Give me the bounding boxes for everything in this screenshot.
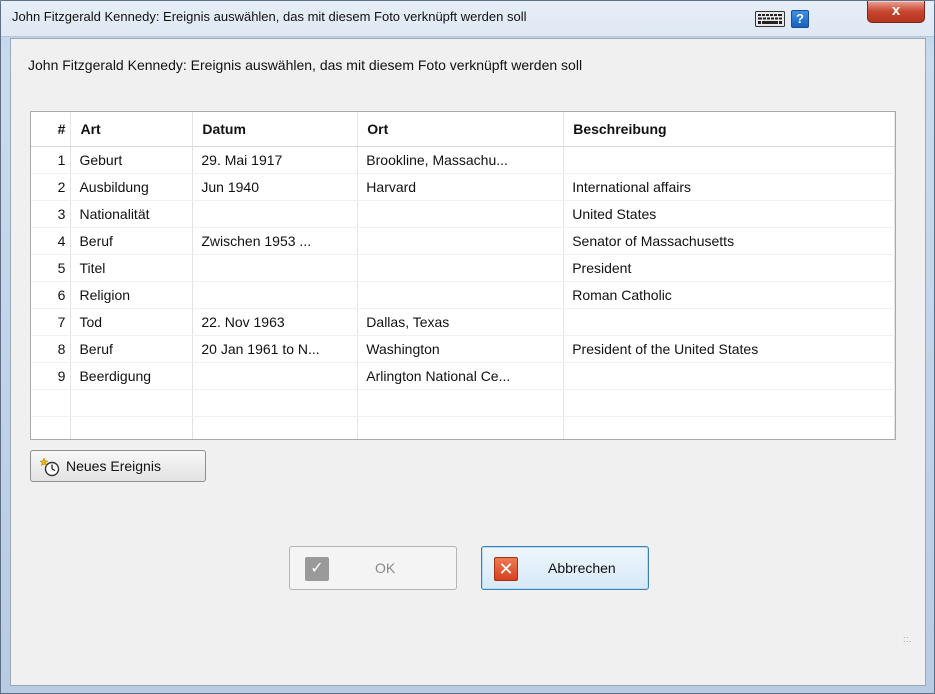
cell-ort bbox=[357, 200, 565, 228]
dialog-heading: John Fitzgerald Kennedy: Ereignis auswäh… bbox=[28, 57, 583, 73]
cell-art: Nationalität bbox=[70, 200, 194, 228]
cell-number: 9 bbox=[31, 362, 72, 390]
cell-art: Religion bbox=[70, 281, 194, 309]
cell-ort bbox=[357, 254, 565, 282]
column-header-ort[interactable]: Ort bbox=[357, 112, 565, 147]
cell-number: 2 bbox=[31, 173, 72, 201]
cell-datum bbox=[192, 389, 359, 417]
cancel-x-icon: ✕ bbox=[494, 557, 518, 581]
cell-art: Beerdigung bbox=[70, 362, 194, 390]
dialog-window: John Fitzgerald Kennedy: Ereignis auswäh… bbox=[0, 0, 935, 694]
cell-beschreibung: Roman Catholic bbox=[563, 281, 895, 309]
cell-number: 3 bbox=[31, 200, 72, 228]
events-table[interactable]: # Art Datum Ort Beschreibung 1 Geburt 29. … bbox=[30, 111, 896, 440]
cell-datum bbox=[192, 281, 359, 309]
column-header-beschreibung[interactable]: Beschreibung bbox=[563, 112, 895, 147]
cell-number bbox=[31, 416, 72, 439]
cell-datum bbox=[192, 254, 359, 282]
checkmark-icon: ✓ bbox=[305, 557, 329, 581]
table-row[interactable]: 1 Geburt 29. Mai 1917 Brookline, Massachu..… bbox=[31, 146, 895, 174]
cell-art: Tod bbox=[70, 308, 194, 336]
close-icon: x bbox=[891, 2, 901, 19]
cell-ort bbox=[357, 281, 565, 309]
column-header-datum[interactable]: Datum bbox=[192, 112, 359, 147]
cell-beschreibung: President bbox=[563, 254, 895, 282]
cell-number: 1 bbox=[31, 146, 72, 174]
cell-number: 8 bbox=[31, 335, 72, 363]
cell-number: 5 bbox=[31, 254, 72, 282]
cell-beschreibung: International affairs bbox=[563, 173, 895, 201]
table-row[interactable] bbox=[31, 389, 895, 417]
table-row[interactable] bbox=[31, 416, 895, 439]
keyboard-icon[interactable] bbox=[755, 11, 785, 27]
new-event-label: Neues Ereignis bbox=[66, 458, 161, 474]
help-icon[interactable]: ? bbox=[791, 10, 809, 28]
cell-ort bbox=[357, 389, 565, 417]
table-row[interactable]: 4 Beruf Zwischen 1953 ... Senator of Massac… bbox=[31, 227, 895, 255]
cell-beschreibung bbox=[563, 308, 895, 336]
table-row[interactable]: 7 Tod 22. Nov 1963 Dallas, Texas bbox=[31, 308, 895, 336]
column-header-art[interactable]: Art bbox=[70, 112, 194, 147]
cell-art: Ausbildung bbox=[70, 173, 194, 201]
cell-datum: Jun 1940 bbox=[192, 173, 359, 201]
title-bar[interactable]: John Fitzgerald Kennedy: Ereignis auswäh… bbox=[1, 1, 934, 37]
cell-datum: Zwischen 1953 ... bbox=[192, 227, 359, 255]
cell-ort: Washington bbox=[357, 335, 565, 363]
close-button[interactable]: x bbox=[867, 1, 925, 23]
cell-datum: 22. Nov 1963 bbox=[192, 308, 359, 336]
cell-number bbox=[31, 389, 72, 417]
cell-ort bbox=[357, 227, 565, 255]
cell-art: Titel bbox=[70, 254, 194, 282]
cell-number: 4 bbox=[31, 227, 72, 255]
ok-button[interactable]: ✓ OK bbox=[289, 546, 457, 590]
resize-grip-icon[interactable]: . .. . . bbox=[903, 631, 915, 645]
table-row[interactable]: 9 Beerdigung Arlington National Ce... bbox=[31, 362, 895, 390]
cell-datum bbox=[192, 362, 359, 390]
cell-datum bbox=[192, 200, 359, 228]
table-row[interactable]: 8 Beruf 20 Jan 1961 to N... Washington Presi… bbox=[31, 335, 895, 363]
cell-ort: Dallas, Texas bbox=[357, 308, 565, 336]
cell-beschreibung bbox=[563, 416, 895, 439]
cell-ort: Harvard bbox=[357, 173, 565, 201]
cell-ort: Brookline, Massachu... bbox=[357, 146, 565, 174]
table-row[interactable]: 2 Ausbildung Jun 1940 Harvard International … bbox=[31, 173, 895, 201]
column-header-number[interactable]: # bbox=[31, 112, 72, 147]
cell-datum: 20 Jan 1961 to N... bbox=[192, 335, 359, 363]
cell-beschreibung bbox=[563, 362, 895, 390]
table-row[interactable]: 3 Nationalität United States bbox=[31, 200, 895, 228]
table-header-row: # Art Datum Ort Beschreibung bbox=[31, 112, 895, 147]
cell-number: 7 bbox=[31, 308, 72, 336]
cell-beschreibung: United States bbox=[563, 200, 895, 228]
cell-beschreibung bbox=[563, 389, 895, 417]
events-grid: # Art Datum Ort Beschreibung 1 Geburt 29. … bbox=[31, 112, 895, 439]
ok-label: OK bbox=[375, 560, 396, 576]
cancel-button[interactable]: ✕ Abbrechen bbox=[481, 546, 649, 590]
table-row[interactable]: 6 Religion Roman Catholic bbox=[31, 281, 895, 309]
window-title: John Fitzgerald Kennedy: Ereignis auswäh… bbox=[12, 9, 527, 24]
new-event-button[interactable]: Neues Ereignis bbox=[30, 450, 206, 482]
cell-beschreibung: President of the United States bbox=[563, 335, 895, 363]
cell-art: Beruf bbox=[70, 335, 194, 363]
cell-beschreibung: Senator of Massachusetts bbox=[563, 227, 895, 255]
table-body: 1 Geburt 29. Mai 1917 Brookline, Massachu..… bbox=[31, 146, 895, 439]
cancel-label: Abbrechen bbox=[548, 560, 616, 576]
cell-ort: Arlington National Ce... bbox=[357, 362, 565, 390]
cell-datum bbox=[192, 416, 359, 439]
cell-art: Beruf bbox=[70, 227, 194, 255]
cell-art bbox=[70, 389, 194, 417]
cell-art: Geburt bbox=[70, 146, 194, 174]
cell-art bbox=[70, 416, 194, 439]
table-row[interactable]: 5 Titel President bbox=[31, 254, 895, 282]
cell-number: 6 bbox=[31, 281, 72, 309]
new-event-icon bbox=[40, 457, 60, 477]
cell-datum: 29. Mai 1917 bbox=[192, 146, 359, 174]
cell-beschreibung bbox=[563, 146, 895, 174]
cell-ort bbox=[357, 416, 565, 439]
